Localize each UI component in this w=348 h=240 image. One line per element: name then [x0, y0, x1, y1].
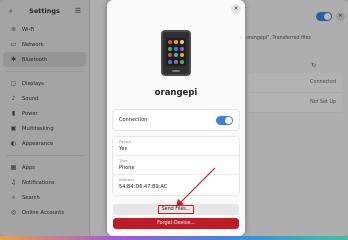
desktop-strip	[0, 236, 348, 240]
app-dot	[180, 46, 184, 51]
info-row-address: Address 54:B4:D6:47:B9:AC	[113, 175, 239, 194]
device-dialog: ✕ orangepi Connection Paired Yes Type Ph…	[107, 0, 245, 236]
send-files-button[interactable]: Send Files...	[113, 204, 239, 215]
info-value: 54:B4:D6:47:B9:AC	[119, 184, 168, 190]
app-dot	[174, 53, 178, 57]
app-dot	[168, 46, 172, 51]
info-value: Phone	[119, 165, 135, 171]
device-info-card: Paired Yes Type Phone Address 54:B4:D6:4…	[113, 137, 239, 195]
connection-row: Connection	[113, 110, 239, 130]
info-value: Yes	[119, 146, 128, 152]
app-dot	[174, 40, 178, 44]
send-files-label: Send Files...	[157, 205, 195, 214]
app-dot	[168, 40, 172, 44]
app-dot	[168, 59, 172, 64]
device-name: orangepi	[154, 88, 198, 98]
phone-icon	[161, 30, 191, 76]
app-dot	[174, 46, 178, 51]
connection-toggle[interactable]	[216, 115, 233, 125]
close-icon[interactable]: ✕	[231, 4, 241, 14]
info-row-type: Type Phone	[113, 156, 239, 175]
app-dot	[180, 40, 184, 44]
info-row-paired: Paired Yes	[113, 137, 239, 156]
app-dot	[168, 53, 172, 57]
app-dot	[180, 53, 184, 57]
app-dot	[180, 59, 184, 64]
connection-label: Connection	[119, 117, 148, 123]
app-dot	[174, 59, 178, 64]
forget-device-button[interactable]: Forget Device...	[113, 218, 239, 229]
